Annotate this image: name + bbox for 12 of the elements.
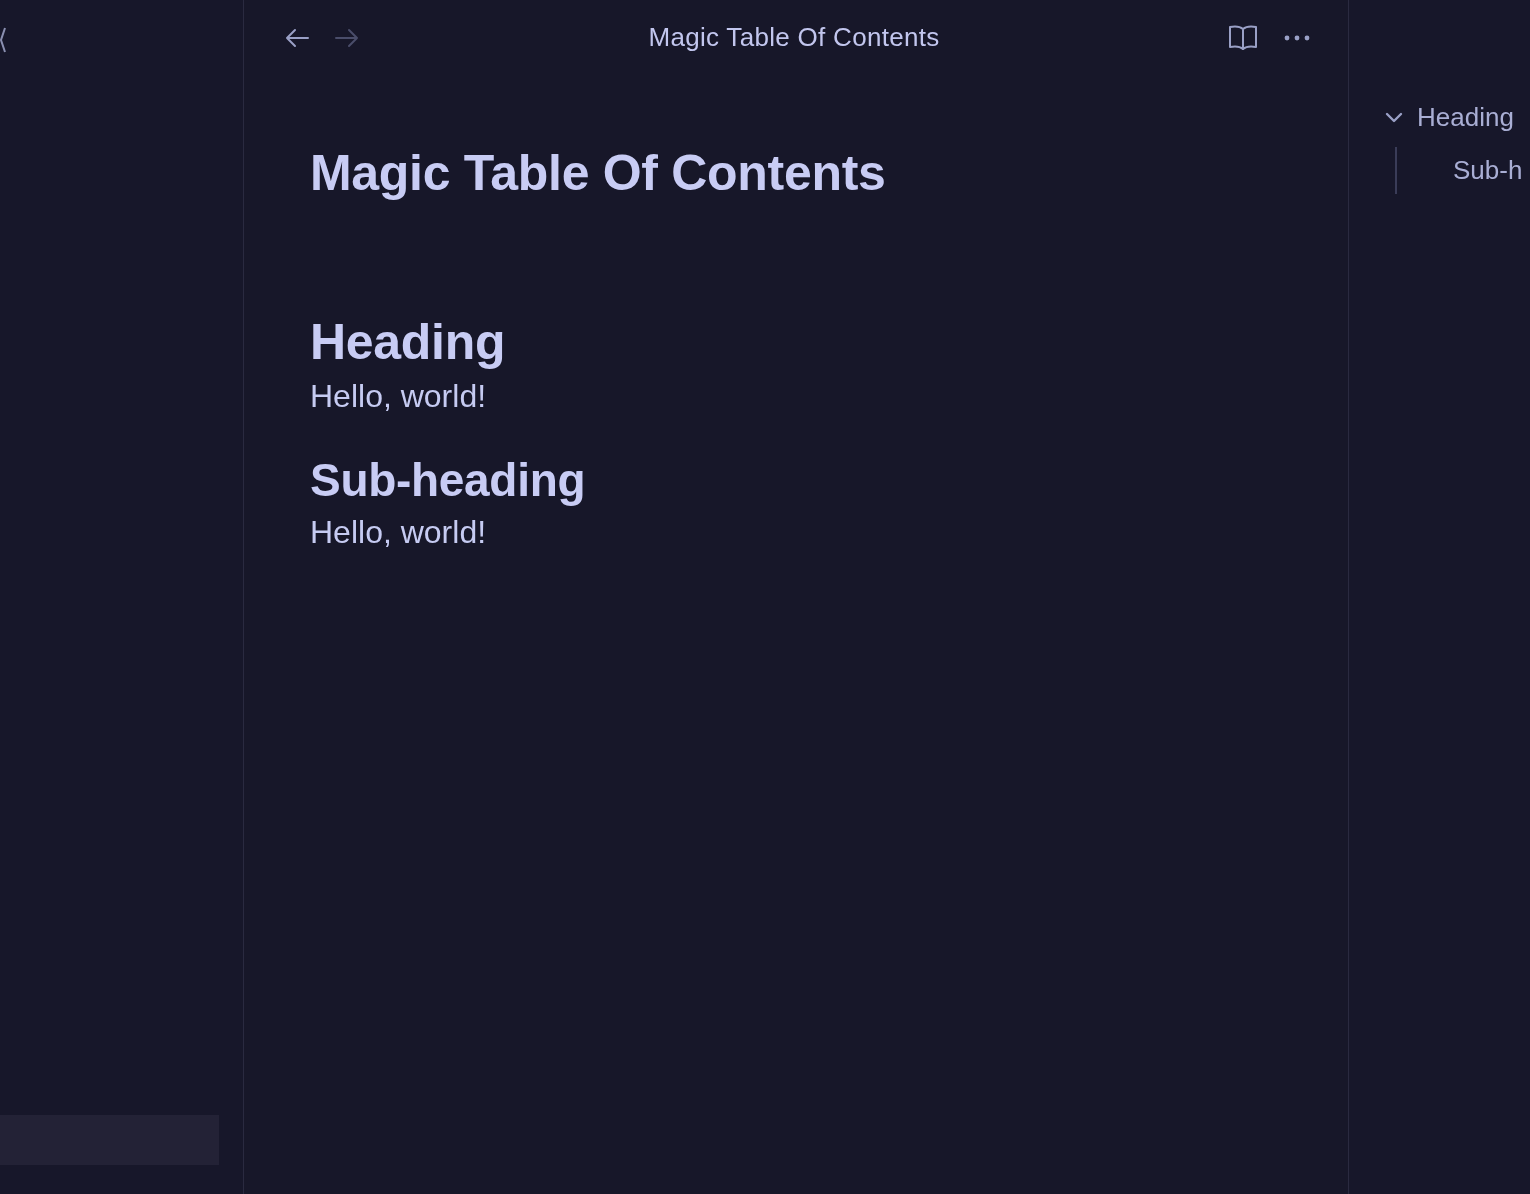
book-icon[interactable] bbox=[1228, 23, 1258, 52]
document-title: Magic Table Of Contents bbox=[310, 146, 886, 201]
paragraph-text: Hello, world! bbox=[310, 514, 487, 550]
more-options-icon[interactable] bbox=[1284, 34, 1310, 41]
paragraph-text: Hello, world! bbox=[310, 378, 487, 414]
note-title: Magic Table Of Contents bbox=[648, 21, 940, 54]
section-subheading: Sub-heading bbox=[310, 455, 586, 505]
chevron-icon[interactable] bbox=[1385, 111, 1403, 123]
outline-item[interactable]: Sub-h bbox=[1397, 147, 1523, 194]
outline-item[interactable]: Heading bbox=[1417, 97, 1514, 137]
section-heading: Heading bbox=[310, 316, 506, 369]
chevron-icon[interactable] bbox=[0, 26, 6, 54]
